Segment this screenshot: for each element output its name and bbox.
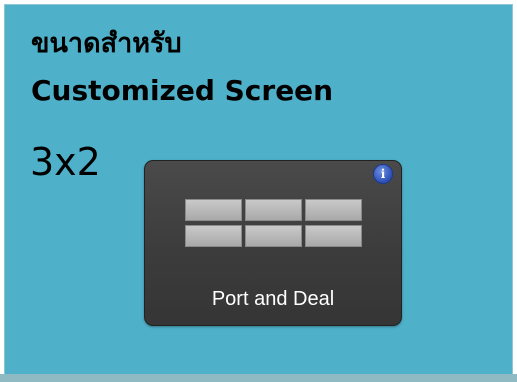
- bottom-strip: [0, 374, 517, 382]
- grid-cell: [245, 199, 302, 221]
- port-and-deal-tile[interactable]: i Port and Deal: [144, 160, 402, 326]
- grid-cell: [305, 199, 362, 221]
- grid-cell: [305, 225, 362, 247]
- info-icon[interactable]: i: [373, 164, 393, 184]
- grid-cell: [245, 225, 302, 247]
- thai-title: ขนาดสำหรับ: [31, 28, 182, 59]
- tile-label: Port and Deal: [211, 288, 335, 310]
- english-title: Customized Screen: [31, 74, 334, 107]
- grid-cell: [185, 225, 242, 247]
- grid-layout-icon: [185, 199, 363, 249]
- grid-cell: [185, 199, 242, 221]
- screen-size-label: 3x2: [30, 140, 101, 184]
